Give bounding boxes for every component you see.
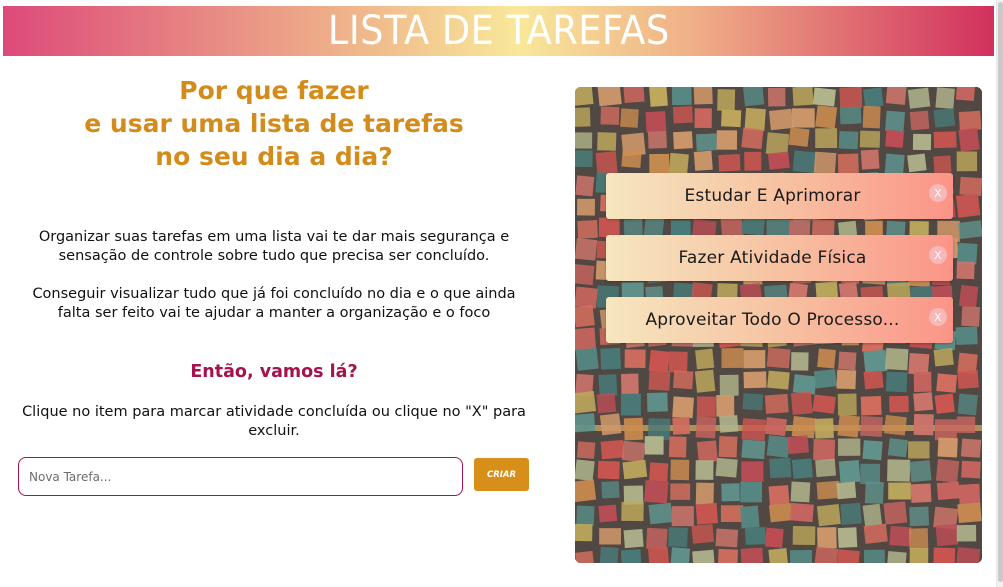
question-line-3: no seu dia a dia? (155, 142, 393, 171)
call-to-action: Então, vamos lá? (190, 362, 358, 382)
task-label: Aproveitar Todo O Processo... (645, 310, 900, 330)
delete-task-button[interactable]: X (929, 308, 947, 326)
intro-paragraph-1: Organizar suas tarefas em uma lista vai … (38, 229, 510, 264)
question-line-1: Por que fazer (179, 76, 369, 105)
create-task-button[interactable]: CRIAR (474, 458, 529, 491)
delete-task-button[interactable]: X (929, 184, 947, 202)
intro-question: Por que fazer e usar uma lista de tarefa… (0, 74, 548, 173)
task-item[interactable]: Fazer Atividade Física X (606, 235, 953, 281)
page-scrollbar[interactable] (996, 0, 1003, 587)
scrollbar-thumb[interactable] (998, 2, 1003, 582)
page-header: LISTA DE TAREFAS (3, 6, 994, 56)
delete-task-button[interactable]: X (929, 246, 947, 264)
task-label: Fazer Atividade Física (678, 248, 867, 268)
instructions-text: Clique no item para marcar atividade con… (22, 404, 526, 439)
task-item[interactable]: Estudar E Aprimorar X (606, 173, 953, 219)
new-task-input[interactable] (18, 457, 463, 496)
page-title: LISTA DE TAREFAS (327, 8, 670, 54)
question-line-2: e usar uma lista de tarefas (84, 109, 464, 138)
intro-paragraph-2: Conseguir visualizar tudo que já foi con… (32, 286, 516, 321)
task-label: Estudar E Aprimorar (684, 186, 861, 206)
task-item[interactable]: Aproveitar Todo O Processo... X (606, 297, 953, 343)
